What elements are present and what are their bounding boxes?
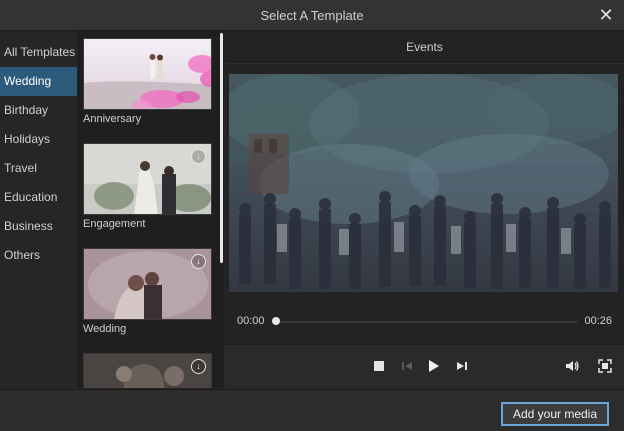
template-thumbnail[interactable]: ↓ (83, 353, 212, 388)
template-thumbnail[interactable] (83, 38, 212, 110)
template-card-engagement[interactable]: ↓ Engagement (83, 143, 212, 230)
title-bar: Select A Template ✕ (0, 0, 624, 31)
preview-panel: Events 00:00 00:26 (225, 31, 624, 389)
category-sidebar: All Templates Wedding Birthday Holidays … (0, 31, 79, 388)
anniversary-thumbnail-image (84, 39, 211, 109)
previous-frame-icon[interactable] (399, 358, 415, 374)
total-time: 00:26 (584, 315, 612, 327)
download-icon[interactable]: ↓ (191, 359, 206, 374)
template-list: Anniversary ↓ Engagement ↓ Wedding ↓ (79, 31, 224, 388)
template-card-unnamed[interactable]: ↓ (83, 353, 212, 388)
dialog-title: Select A Template (260, 7, 364, 23)
add-your-media-button[interactable]: Add your media (501, 402, 609, 426)
stop-icon[interactable] (371, 358, 387, 374)
video-frame-image (229, 74, 618, 292)
sidebar-item-travel[interactable]: Travel (0, 154, 78, 183)
video-preview[interactable] (229, 74, 618, 292)
play-icon[interactable] (425, 358, 441, 374)
scrollbar-thumb[interactable] (220, 33, 223, 263)
template-card-anniversary[interactable]: Anniversary (83, 38, 212, 125)
next-frame-icon[interactable] (454, 358, 470, 374)
current-time: 00:00 (237, 315, 265, 327)
preview-title: Events (225, 31, 624, 64)
template-dialog: Select A Template ✕ All Templates Weddin… (0, 0, 624, 431)
template-list-scrollbar[interactable] (220, 31, 223, 388)
timeline-track[interactable] (275, 321, 577, 323)
player-controls (225, 344, 624, 389)
sidebar-item-others[interactable]: Others (0, 241, 78, 270)
sidebar-item-birthday[interactable]: Birthday (0, 96, 78, 125)
template-label: Engagement (83, 218, 146, 230)
template-card-wedding[interactable]: ↓ Wedding (83, 248, 212, 335)
fullscreen-icon[interactable] (597, 358, 613, 374)
template-label: Wedding (83, 323, 127, 335)
close-icon[interactable]: ✕ (596, 5, 616, 25)
timeline-handle[interactable] (272, 317, 280, 325)
dialog-footer: Add your media (0, 389, 624, 431)
sidebar-item-education[interactable]: Education (0, 183, 78, 212)
sidebar-item-holidays[interactable]: Holidays (0, 125, 78, 154)
download-icon[interactable]: ↓ (191, 149, 206, 164)
template-label: Anniversary (83, 113, 142, 125)
template-thumbnail[interactable]: ↓ (83, 248, 212, 320)
sidebar-item-all-templates[interactable]: All Templates (0, 38, 78, 67)
sidebar-item-business[interactable]: Business (0, 212, 78, 241)
volume-icon[interactable] (564, 358, 580, 374)
template-thumbnail[interactable]: ↓ (83, 143, 212, 215)
sidebar-item-wedding[interactable]: Wedding (0, 67, 77, 96)
download-icon[interactable]: ↓ (191, 254, 206, 269)
